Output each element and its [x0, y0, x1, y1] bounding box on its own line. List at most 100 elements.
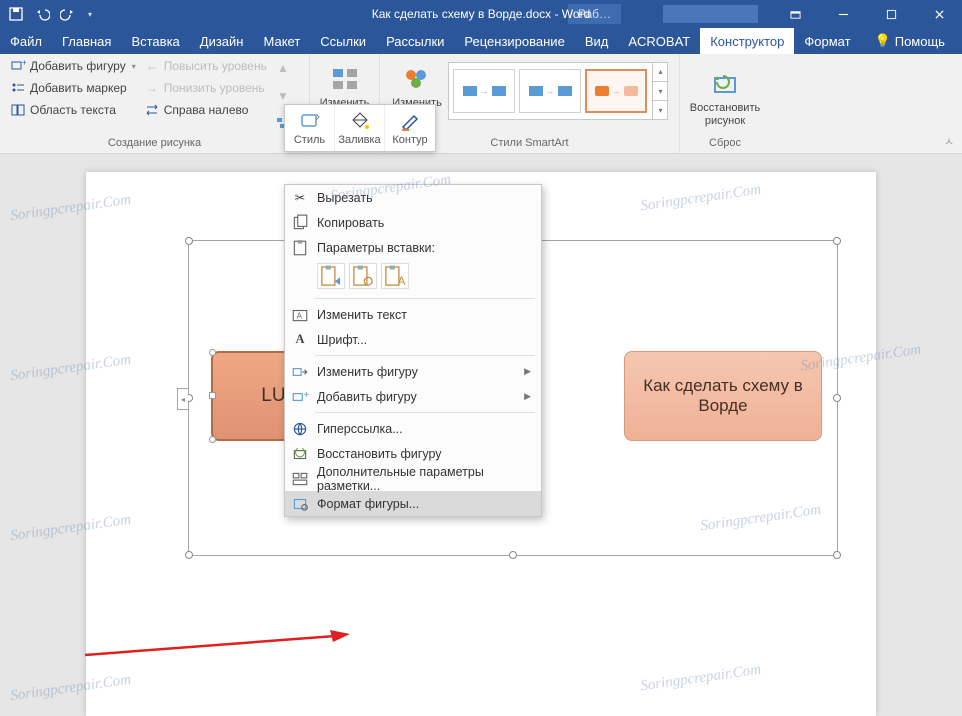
resize-handle[interactable]: [833, 551, 841, 559]
style-icon: [299, 110, 321, 132]
quick-access-toolbar: ▾: [0, 6, 102, 22]
gallery-spinner[interactable]: ▴▾▾: [652, 62, 668, 120]
hyperlink-icon: [291, 420, 309, 438]
resize-handle[interactable]: [185, 551, 193, 559]
promote-button: ←Повысить уровень: [140, 56, 271, 76]
rtl-button[interactable]: Справа налево: [140, 100, 271, 120]
title-bar: ▾ Как сделать схему в Ворде.docx - Word …: [0, 0, 962, 28]
reset-shape-icon: [291, 445, 309, 463]
tab-file[interactable]: Файл: [0, 28, 52, 54]
tab-constructor[interactable]: Конструктор: [700, 28, 794, 54]
mini-fill-button[interactable]: Заливка: [335, 105, 385, 151]
paste-icon: [291, 239, 309, 257]
change-layout-icon: [329, 63, 361, 95]
tab-home[interactable]: Главная: [52, 28, 121, 54]
resize-handle[interactable]: [185, 237, 193, 245]
reset-icon: [709, 68, 741, 100]
lightbulb-icon: 💡: [875, 33, 891, 49]
mini-style-button[interactable]: Стиль: [285, 105, 335, 151]
arrow-up-icon: ▲: [275, 60, 291, 76]
add-shape-button[interactable]: +Добавить фигуру▾: [6, 56, 140, 76]
add-bullet-button[interactable]: Добавить маркер: [6, 78, 140, 98]
mini-outline-button[interactable]: Контур: [385, 105, 435, 151]
ctx-hyperlink[interactable]: Гиперссылка...: [285, 416, 541, 441]
shape-handle[interactable]: [209, 392, 216, 399]
undo-icon[interactable]: [34, 6, 50, 22]
demote-button: →Понизить уровень: [140, 78, 271, 98]
shape-text: Как сделать схему в Ворде: [625, 376, 821, 417]
svg-text:+: +: [303, 390, 309, 401]
ctx-format-shape[interactable]: Формат фигуры...: [285, 491, 541, 516]
edit-text-icon: A: [291, 306, 309, 324]
fill-icon: [349, 110, 371, 132]
tab-format[interactable]: Формат: [794, 28, 860, 54]
account-area[interactable]: [663, 5, 758, 23]
text-pane-icon: [10, 102, 26, 118]
ctx-reset-shape[interactable]: Восстановить фигуру: [285, 441, 541, 466]
text-pane-button[interactable]: Область текста: [6, 100, 140, 120]
paste-option-2[interactable]: [349, 263, 377, 289]
redo-icon[interactable]: [60, 6, 76, 22]
tab-view[interactable]: Вид: [575, 28, 619, 54]
ctx-cut[interactable]: ✂Вырезать: [285, 185, 541, 210]
paste-options-row: A: [285, 260, 541, 295]
maximize-button[interactable]: [868, 0, 914, 28]
ctx-extra-layout[interactable]: Дополнительные параметры разметки...: [285, 466, 541, 491]
ribbon: +Добавить фигуру▾ Добавить маркер Област…: [0, 54, 962, 154]
save-icon[interactable]: [8, 6, 24, 22]
style-thumb-3[interactable]: →: [585, 69, 647, 113]
resize-handle[interactable]: [509, 551, 517, 559]
ctx-paste-header: Параметры вставки:: [285, 235, 541, 260]
submenu-arrow-icon: ▶: [524, 366, 531, 377]
ctx-add-shape[interactable]: +Добавить фигуру▶: [285, 384, 541, 409]
context-menu: ✂Вырезать Копировать Параметры вставки: …: [284, 184, 542, 517]
paste-option-3[interactable]: A: [381, 263, 409, 289]
rtl-icon: [144, 102, 160, 118]
smartart-styles-gallery[interactable]: → → → ▴▾▾: [448, 62, 668, 120]
minimize-button[interactable]: [820, 0, 866, 28]
add-bullet-icon: [10, 80, 26, 96]
tab-layout[interactable]: Макет: [253, 28, 310, 54]
tab-review[interactable]: Рецензирование: [454, 28, 574, 54]
ctx-edit-text[interactable]: AИзменить текст: [285, 302, 541, 327]
qat-dropdown-icon[interactable]: ▾: [86, 6, 94, 22]
group-label-create: Создание рисунка: [6, 135, 303, 153]
svg-text:A: A: [297, 311, 303, 320]
close-button[interactable]: [916, 0, 962, 28]
submenu-arrow-icon: ▶: [524, 391, 531, 402]
tab-acrobat[interactable]: ACROBAT: [618, 28, 700, 54]
gallery-down-icon[interactable]: ▾: [653, 82, 668, 102]
resize-handle[interactable]: [833, 394, 841, 402]
svg-text:+: +: [22, 58, 26, 67]
demote-icon: →: [144, 80, 160, 96]
tab-insert[interactable]: Вставка: [121, 28, 189, 54]
collapse-ribbon-icon[interactable]: ㅅ: [944, 133, 954, 149]
ctx-copy[interactable]: Копировать: [285, 210, 541, 235]
gallery-up-icon[interactable]: ▴: [653, 62, 668, 82]
shape-handle[interactable]: [209, 436, 216, 443]
paste-option-1[interactable]: [317, 263, 345, 289]
style-thumb-2[interactable]: →: [519, 69, 581, 113]
tab-references[interactable]: Ссылки: [310, 28, 376, 54]
ctx-font[interactable]: AШрифт...: [285, 327, 541, 352]
font-icon: A: [291, 331, 309, 349]
resize-handle[interactable]: [833, 237, 841, 245]
gallery-more-icon[interactable]: ▾: [653, 101, 668, 120]
tab-mailings[interactable]: Рассылки: [376, 28, 454, 54]
change-shape-icon: [291, 363, 309, 381]
svg-text:A: A: [398, 275, 406, 288]
arrow-down-icon: ▼: [275, 88, 291, 104]
shape-handle[interactable]: [209, 349, 216, 356]
style-thumb-1[interactable]: →: [453, 69, 515, 113]
format-shape-icon: [291, 495, 309, 513]
text-pane-toggle[interactable]: ◂: [177, 388, 188, 410]
layout-options-icon: [291, 470, 309, 488]
document-title: Как сделать схему в Ворде.docx - Word: [372, 7, 591, 21]
reset-graphic-button[interactable]: Восстановить рисунок: [686, 56, 764, 135]
move-up-button: ▲: [271, 58, 303, 78]
tab-design[interactable]: Дизайн: [190, 28, 254, 54]
smartart-shape[interactable]: Как сделать схему в Ворде: [624, 351, 822, 441]
tab-help[interactable]: 💡Помощь: [865, 28, 955, 54]
ctx-change-shape[interactable]: Изменить фигуру▶: [285, 359, 541, 384]
ribbon-display-icon[interactable]: [772, 0, 818, 28]
